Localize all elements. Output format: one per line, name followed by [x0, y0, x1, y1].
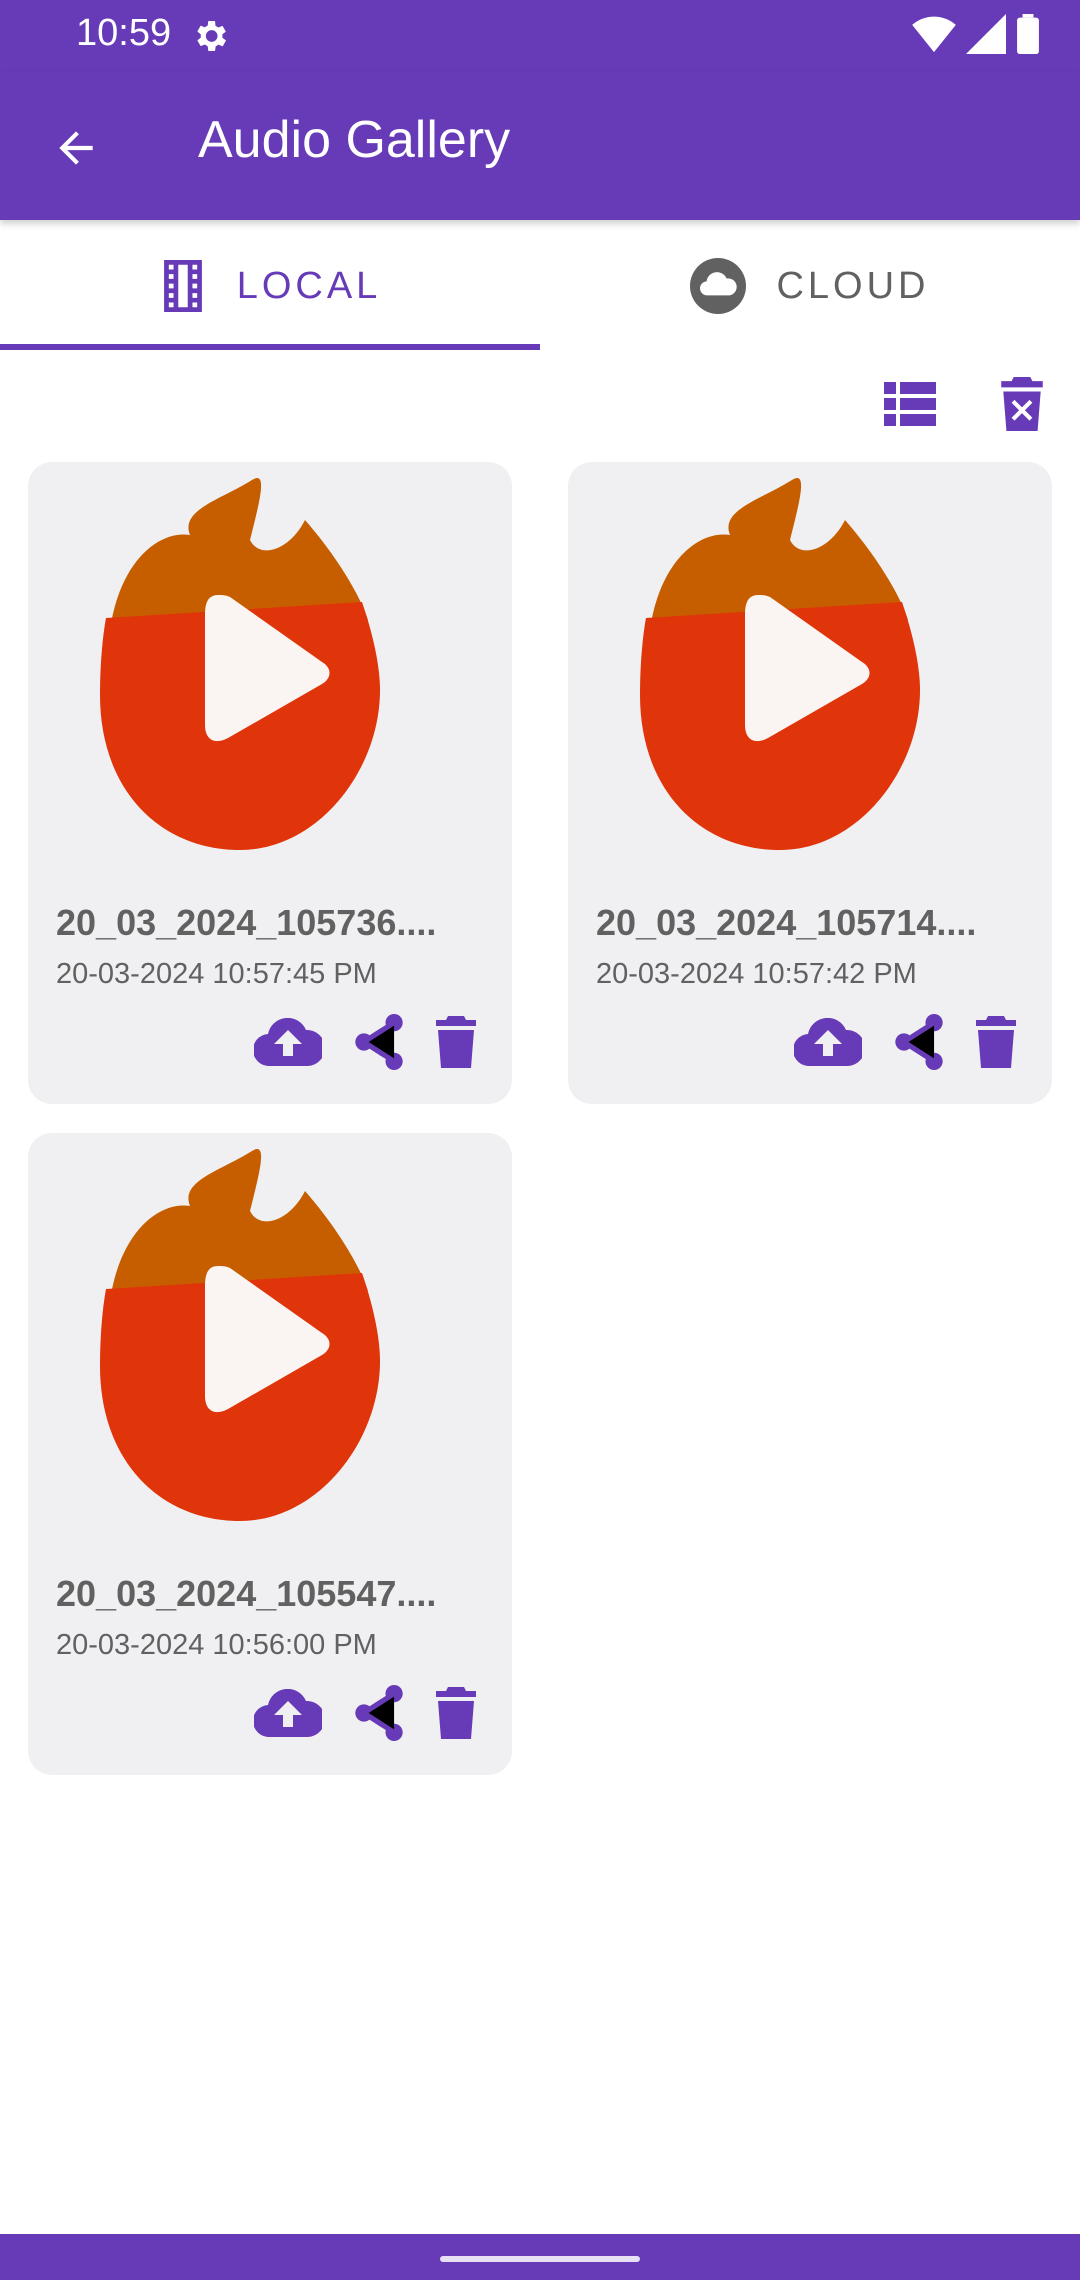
play-flame-thumbnail-icon[interactable]	[640, 470, 980, 850]
cloud-icon	[690, 258, 747, 314]
delete-button[interactable]	[436, 1681, 476, 1745]
tab-indicator	[0, 344, 540, 350]
arrow-back-icon	[59, 131, 93, 165]
app-bar: Audio Gallery	[0, 72, 1080, 220]
settings-gear-icon	[197, 21, 226, 51]
delete-button[interactable]	[976, 1010, 1016, 1074]
trash-icon	[976, 1016, 1016, 1068]
tab-local-label: LOCAL	[236, 264, 382, 307]
signal-icon	[966, 14, 1006, 54]
share-icon	[895, 1014, 943, 1070]
tab-cloud[interactable]: CLOUD	[540, 220, 1080, 352]
tab-local[interactable]: LOCAL	[0, 220, 540, 352]
navigation-bar	[0, 2234, 1080, 2280]
status-bar: 10:59	[0, 0, 1080, 72]
card-actions	[254, 1681, 476, 1745]
status-icons	[912, 14, 1040, 54]
tab-cloud-label: CLOUD	[776, 264, 930, 307]
audio-file-title: 20_03_2024_105714....	[596, 902, 977, 943]
upload-button[interactable]	[254, 1681, 322, 1745]
battery-icon	[1017, 14, 1039, 54]
cloud-upload-icon	[794, 1018, 862, 1066]
trash-icon	[436, 1016, 476, 1068]
audio-card[interactable]: 20_03_2024_105547.... 20-03-2024 10:56:0…	[28, 1133, 512, 1775]
audio-file-date: 20-03-2024 10:57:45 PM	[56, 958, 377, 990]
audio-file-date: 20-03-2024 10:56:00 PM	[56, 1629, 377, 1661]
audio-file-date: 20-03-2024 10:57:42 PM	[596, 958, 917, 990]
status-time: 10:59	[76, 12, 172, 54]
cloud-upload-icon	[254, 1689, 322, 1737]
list-view-icon	[884, 382, 936, 426]
cloud-upload-icon	[254, 1018, 322, 1066]
share-button[interactable]	[352, 1681, 406, 1745]
trash-icon	[436, 1687, 476, 1739]
play-flame-thumbnail-icon[interactable]	[100, 470, 440, 850]
card-actions	[794, 1010, 1016, 1074]
share-button[interactable]	[892, 1010, 946, 1074]
audio-card[interactable]: 20_03_2024_105736.... 20-03-2024 10:57:4…	[28, 462, 512, 1104]
delete-all-button[interactable]	[994, 376, 1050, 432]
card-actions	[254, 1010, 476, 1074]
home-gesture-handle[interactable]	[440, 2256, 640, 2262]
film-icon	[163, 260, 202, 312]
upload-button[interactable]	[254, 1010, 322, 1074]
play-flame-thumbnail-icon[interactable]	[100, 1141, 440, 1521]
delete-all-icon	[1001, 377, 1043, 431]
audio-file-title: 20_03_2024_105736....	[56, 902, 437, 943]
back-button[interactable]	[40, 112, 112, 184]
audio-card[interactable]: 20_03_2024_105714.... 20-03-2024 10:57:4…	[568, 462, 1052, 1104]
upload-button[interactable]	[794, 1010, 862, 1074]
audio-file-title: 20_03_2024_105547....	[56, 1573, 437, 1614]
delete-button[interactable]	[436, 1010, 476, 1074]
share-button[interactable]	[352, 1010, 406, 1074]
tab-bar: LOCAL CLOUD	[0, 220, 1080, 352]
share-icon	[355, 1685, 403, 1741]
page-title: Audio Gallery	[198, 111, 511, 169]
gallery-toolbar	[882, 376, 1050, 432]
wifi-icon	[912, 16, 956, 53]
list-view-button[interactable]	[882, 376, 938, 432]
share-icon	[355, 1014, 403, 1070]
